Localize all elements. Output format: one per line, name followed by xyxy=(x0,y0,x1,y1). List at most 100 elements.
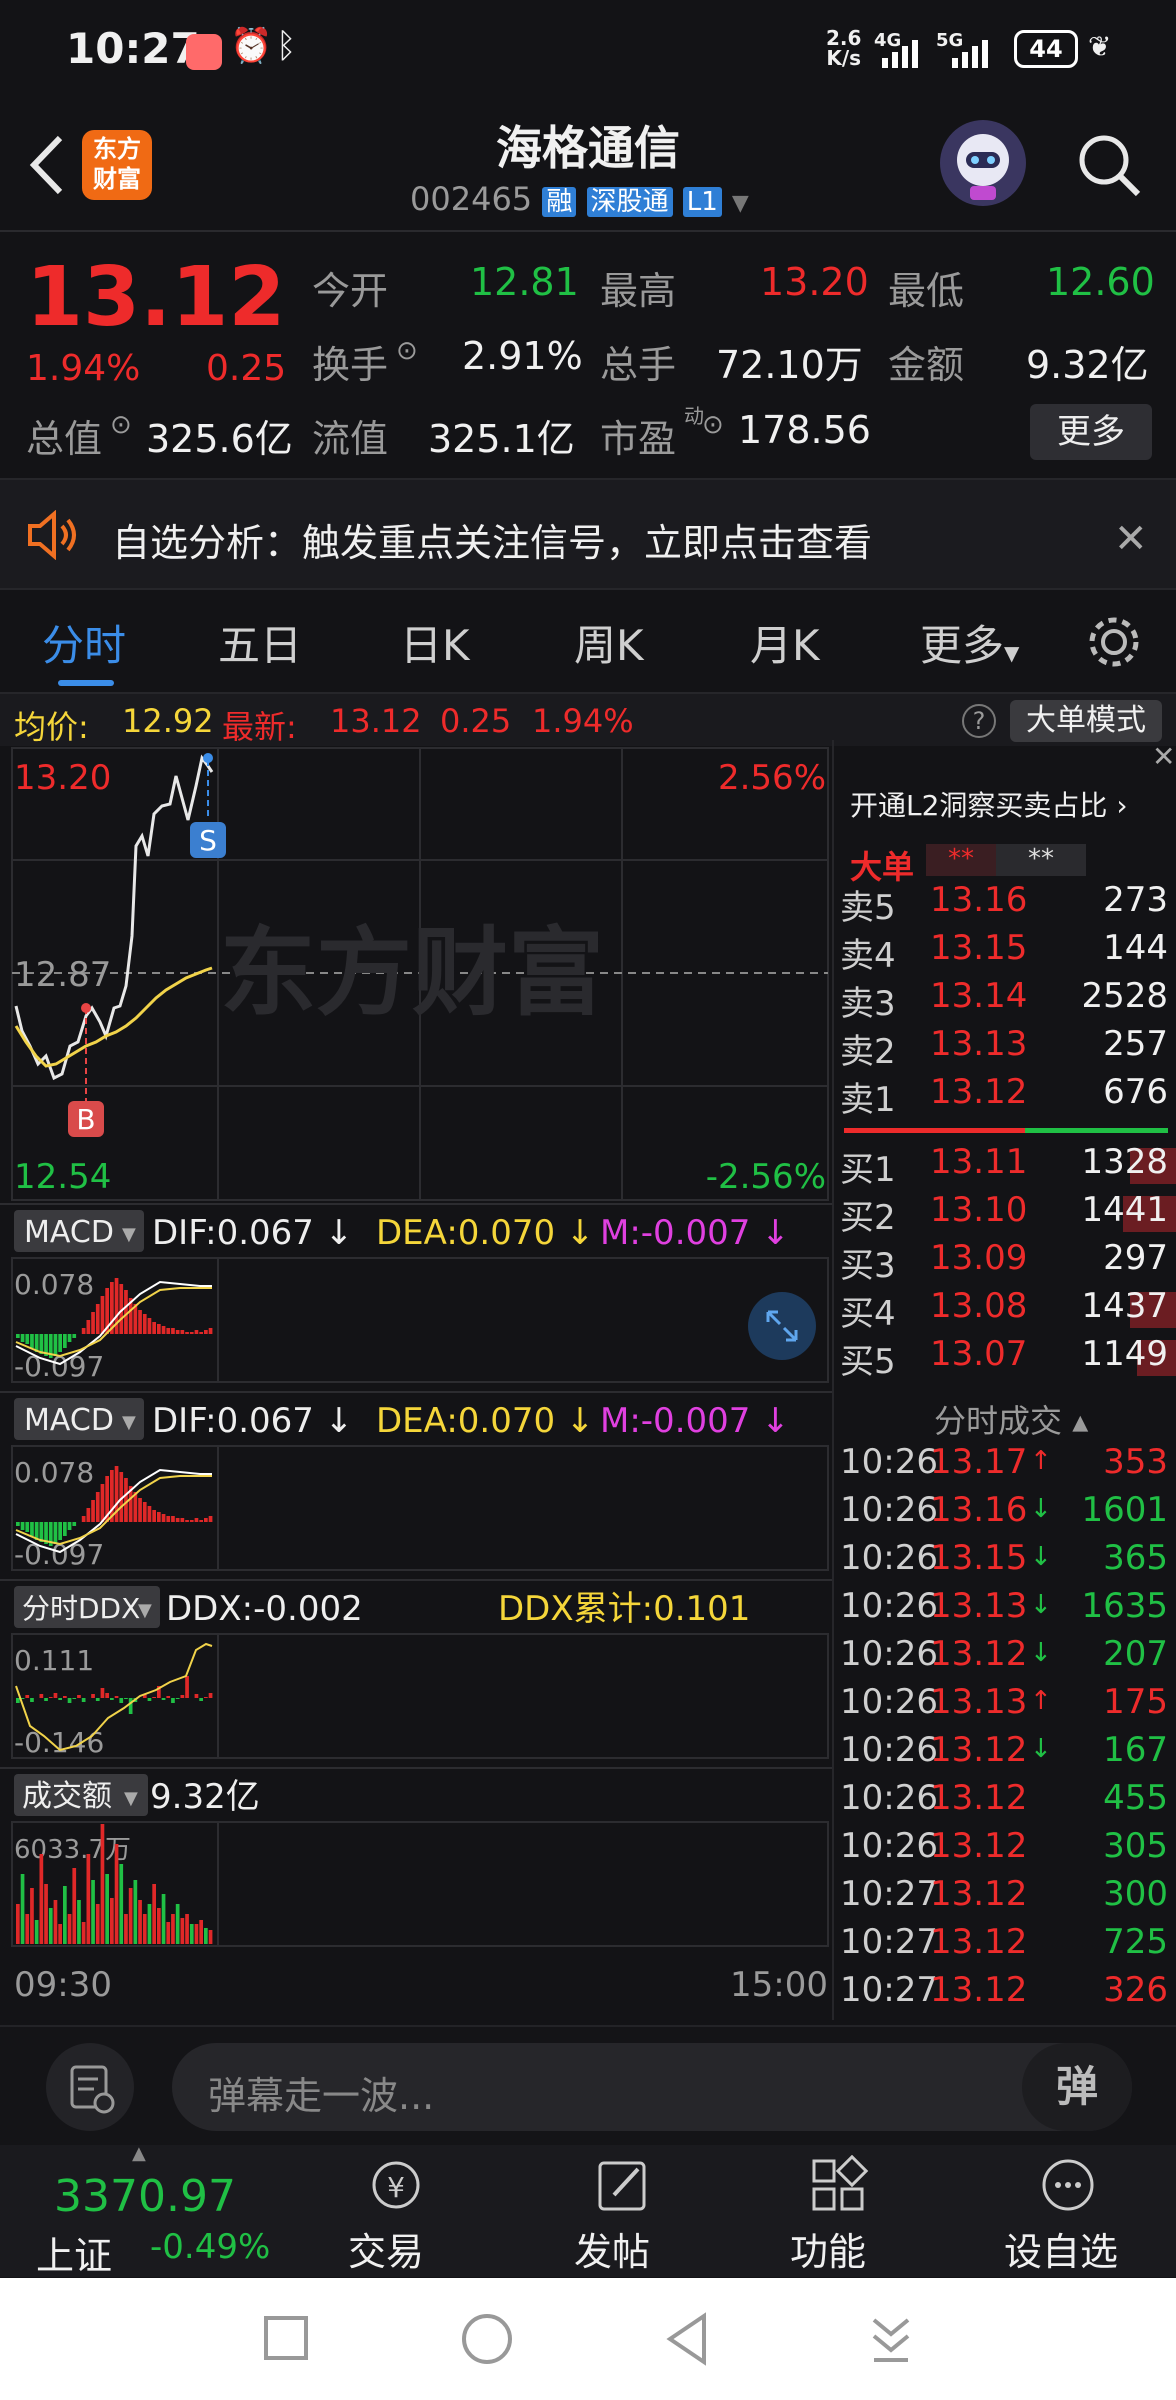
robot-avatar-icon[interactable] xyxy=(940,120,1026,206)
high-label: 最高 xyxy=(600,269,677,313)
indicator-bar xyxy=(171,1328,175,1334)
trade-direction-icon: ↓ xyxy=(1030,1542,1052,1572)
indicator-bar xyxy=(194,1518,199,1522)
danmu-toggle-button[interactable]: 弹 xyxy=(1022,2043,1132,2131)
net-speed: 2.6 K/s xyxy=(826,26,862,70)
amount-bar xyxy=(175,1904,180,1944)
trade-volume: 353 xyxy=(1103,1442,1168,1482)
svg-text:DDX累计:0.101: DDX累计:0.101 xyxy=(498,1589,750,1629)
pe-info-icon[interactable]: ⊙ xyxy=(702,410,724,440)
trade-price: 13.17 xyxy=(930,1442,1028,1482)
trades-title[interactable]: 分时成交 ▴ xyxy=(934,1396,1088,1442)
indicator-bar xyxy=(81,1328,86,1334)
danmu-input[interactable]: 弹幕走一波... 弹 xyxy=(172,2043,1132,2131)
index-value[interactable]: 3370.97 xyxy=(54,2171,236,2222)
chevron-down-icon[interactable]: ▼ xyxy=(732,191,749,216)
trade-price: 13.12 xyxy=(930,1778,1028,1818)
back-triangle-icon[interactable] xyxy=(662,2312,712,2366)
trade-volume: 725 xyxy=(1103,1922,1168,1962)
avg-price-value: 12.92 xyxy=(122,702,214,740)
alarm-icon: ⏰ xyxy=(230,26,273,66)
pe-label: 市盈 xyxy=(600,417,677,461)
ask-level-price: 13.15 xyxy=(930,928,1028,968)
indicator-bar xyxy=(147,1318,152,1334)
tab-more[interactable]: 更多▼ xyxy=(920,612,1019,673)
bid-level-price: 13.09 xyxy=(930,1238,1028,1278)
bid-level-row: 买1 13.11 1328 xyxy=(834,1142,1176,1190)
home-icon[interactable] xyxy=(462,2314,512,2364)
indicator-bar xyxy=(161,1698,166,1700)
danmu-bar: 弹幕走一波... 弹 xyxy=(0,2025,1176,2145)
index-change-pct[interactable]: -0.49% xyxy=(150,2227,270,2267)
big-order-mode-button[interactable]: 大单模式 xyxy=(1010,700,1162,742)
trade-direction-icon: ↑ xyxy=(1030,1446,1052,1476)
book-close-icon[interactable]: ✕ xyxy=(1152,740,1175,773)
amount-bar xyxy=(44,1884,48,1944)
ask-level-label: 卖4 xyxy=(840,936,896,976)
notice-bar[interactable]: 自选分析：触发重点关注信号，立即点击查看 ✕ xyxy=(0,478,1176,590)
indicator-bar xyxy=(16,1698,20,1703)
indicator-bar xyxy=(166,1696,171,1698)
bid-level-volume: 1328 xyxy=(1081,1142,1168,1182)
trade-volume: 300 xyxy=(1103,1874,1168,1914)
amount-bar xyxy=(171,1914,175,1944)
trades-list: 10:26 13.17 ↑ 353 10:26 13.16 ↓ 1601 10:26 13.15 ↓… xyxy=(834,1442,1176,2022)
more-button[interactable]: 更多 xyxy=(1030,404,1152,460)
indicator-bar xyxy=(175,1518,180,1522)
bid-level-row: 买2 13.10 1441 xyxy=(834,1190,1176,1238)
amount-bar xyxy=(95,1904,100,1944)
amount-bar xyxy=(67,1914,72,1944)
nav-add-watchlist[interactable]: 设自选 xyxy=(998,2145,1138,2277)
indicator-bar xyxy=(95,1698,100,1701)
tab-daily-k[interactable]: 日K xyxy=(400,612,470,673)
amount-bar xyxy=(86,1854,91,1944)
search-icon[interactable] xyxy=(1074,130,1144,200)
indicator-bar xyxy=(152,1510,156,1522)
trade-time: 10:27 xyxy=(840,1970,938,2010)
notification-pull-icon[interactable] xyxy=(864,2312,918,2366)
bid-level-row: 买3 13.09 297 xyxy=(834,1238,1176,1286)
l2-link[interactable]: 开通L2洞察买卖占比 › xyxy=(850,784,1128,824)
indicator-bar xyxy=(208,1693,213,1698)
indicator-bar xyxy=(110,1698,114,1700)
turnover-info-icon[interactable]: ⊙ xyxy=(396,336,418,366)
signal-5g-icon xyxy=(938,40,998,68)
indicator-bar xyxy=(30,1698,34,1702)
tab-five-day[interactable]: 五日 xyxy=(218,612,302,673)
latest-change-pct: 1.94% xyxy=(532,702,634,740)
indicator-bar xyxy=(67,1334,72,1342)
indicator-bar xyxy=(72,1334,77,1338)
bid-level-label: 买2 xyxy=(840,1198,896,1238)
nav-trade[interactable]: ¥ 交易 xyxy=(336,2145,456,2277)
nav-post[interactable]: 发帖 xyxy=(562,2145,682,2277)
indicator-bar xyxy=(204,1330,208,1334)
amount-bar xyxy=(138,1900,142,1944)
ask-level-row: 卖1 13.12 676 xyxy=(834,1072,1176,1120)
trade-volume: 207 xyxy=(1103,1634,1168,1674)
amount-bar xyxy=(81,1922,86,1944)
tab-active-indicator xyxy=(58,680,114,686)
recent-apps-icon[interactable] xyxy=(264,2316,308,2360)
nav-functions[interactable]: 功能 xyxy=(778,2145,898,2277)
tab-intraday[interactable]: 分时 xyxy=(42,612,126,673)
tab-monthly-k[interactable]: 月K xyxy=(750,612,820,673)
index-name[interactable]: 上证 xyxy=(36,2225,112,2280)
market-cap-info-icon[interactable]: ⊙ xyxy=(110,410,132,440)
close-icon[interactable]: ✕ xyxy=(1114,516,1148,562)
market-cap-label: 总值 xyxy=(26,417,103,461)
latest-change: 0.25 xyxy=(440,702,512,740)
help-icon[interactable]: ? xyxy=(962,704,996,738)
tab-weekly-k[interactable]: 周K xyxy=(574,612,644,673)
svg-text:DIF:0.067 ↓: DIF:0.067 ↓ xyxy=(152,1401,353,1441)
battery-icon: 44 xyxy=(1014,30,1078,68)
indicator-bar xyxy=(58,1522,62,1540)
trade-row: 10:26 13.17 ↑ 353 xyxy=(834,1442,1176,1490)
amount-bar xyxy=(147,1904,152,1944)
expand-icon[interactable] xyxy=(748,1292,816,1360)
ask-level-row: 卖5 13.16 273 xyxy=(834,880,1176,928)
amount-bar xyxy=(208,1930,213,1944)
settings-gear-icon[interactable] xyxy=(1086,614,1142,670)
indicator-bar xyxy=(161,1514,166,1522)
bid-level-price: 13.08 xyxy=(930,1286,1028,1326)
danmu-list-icon[interactable] xyxy=(46,2043,134,2131)
